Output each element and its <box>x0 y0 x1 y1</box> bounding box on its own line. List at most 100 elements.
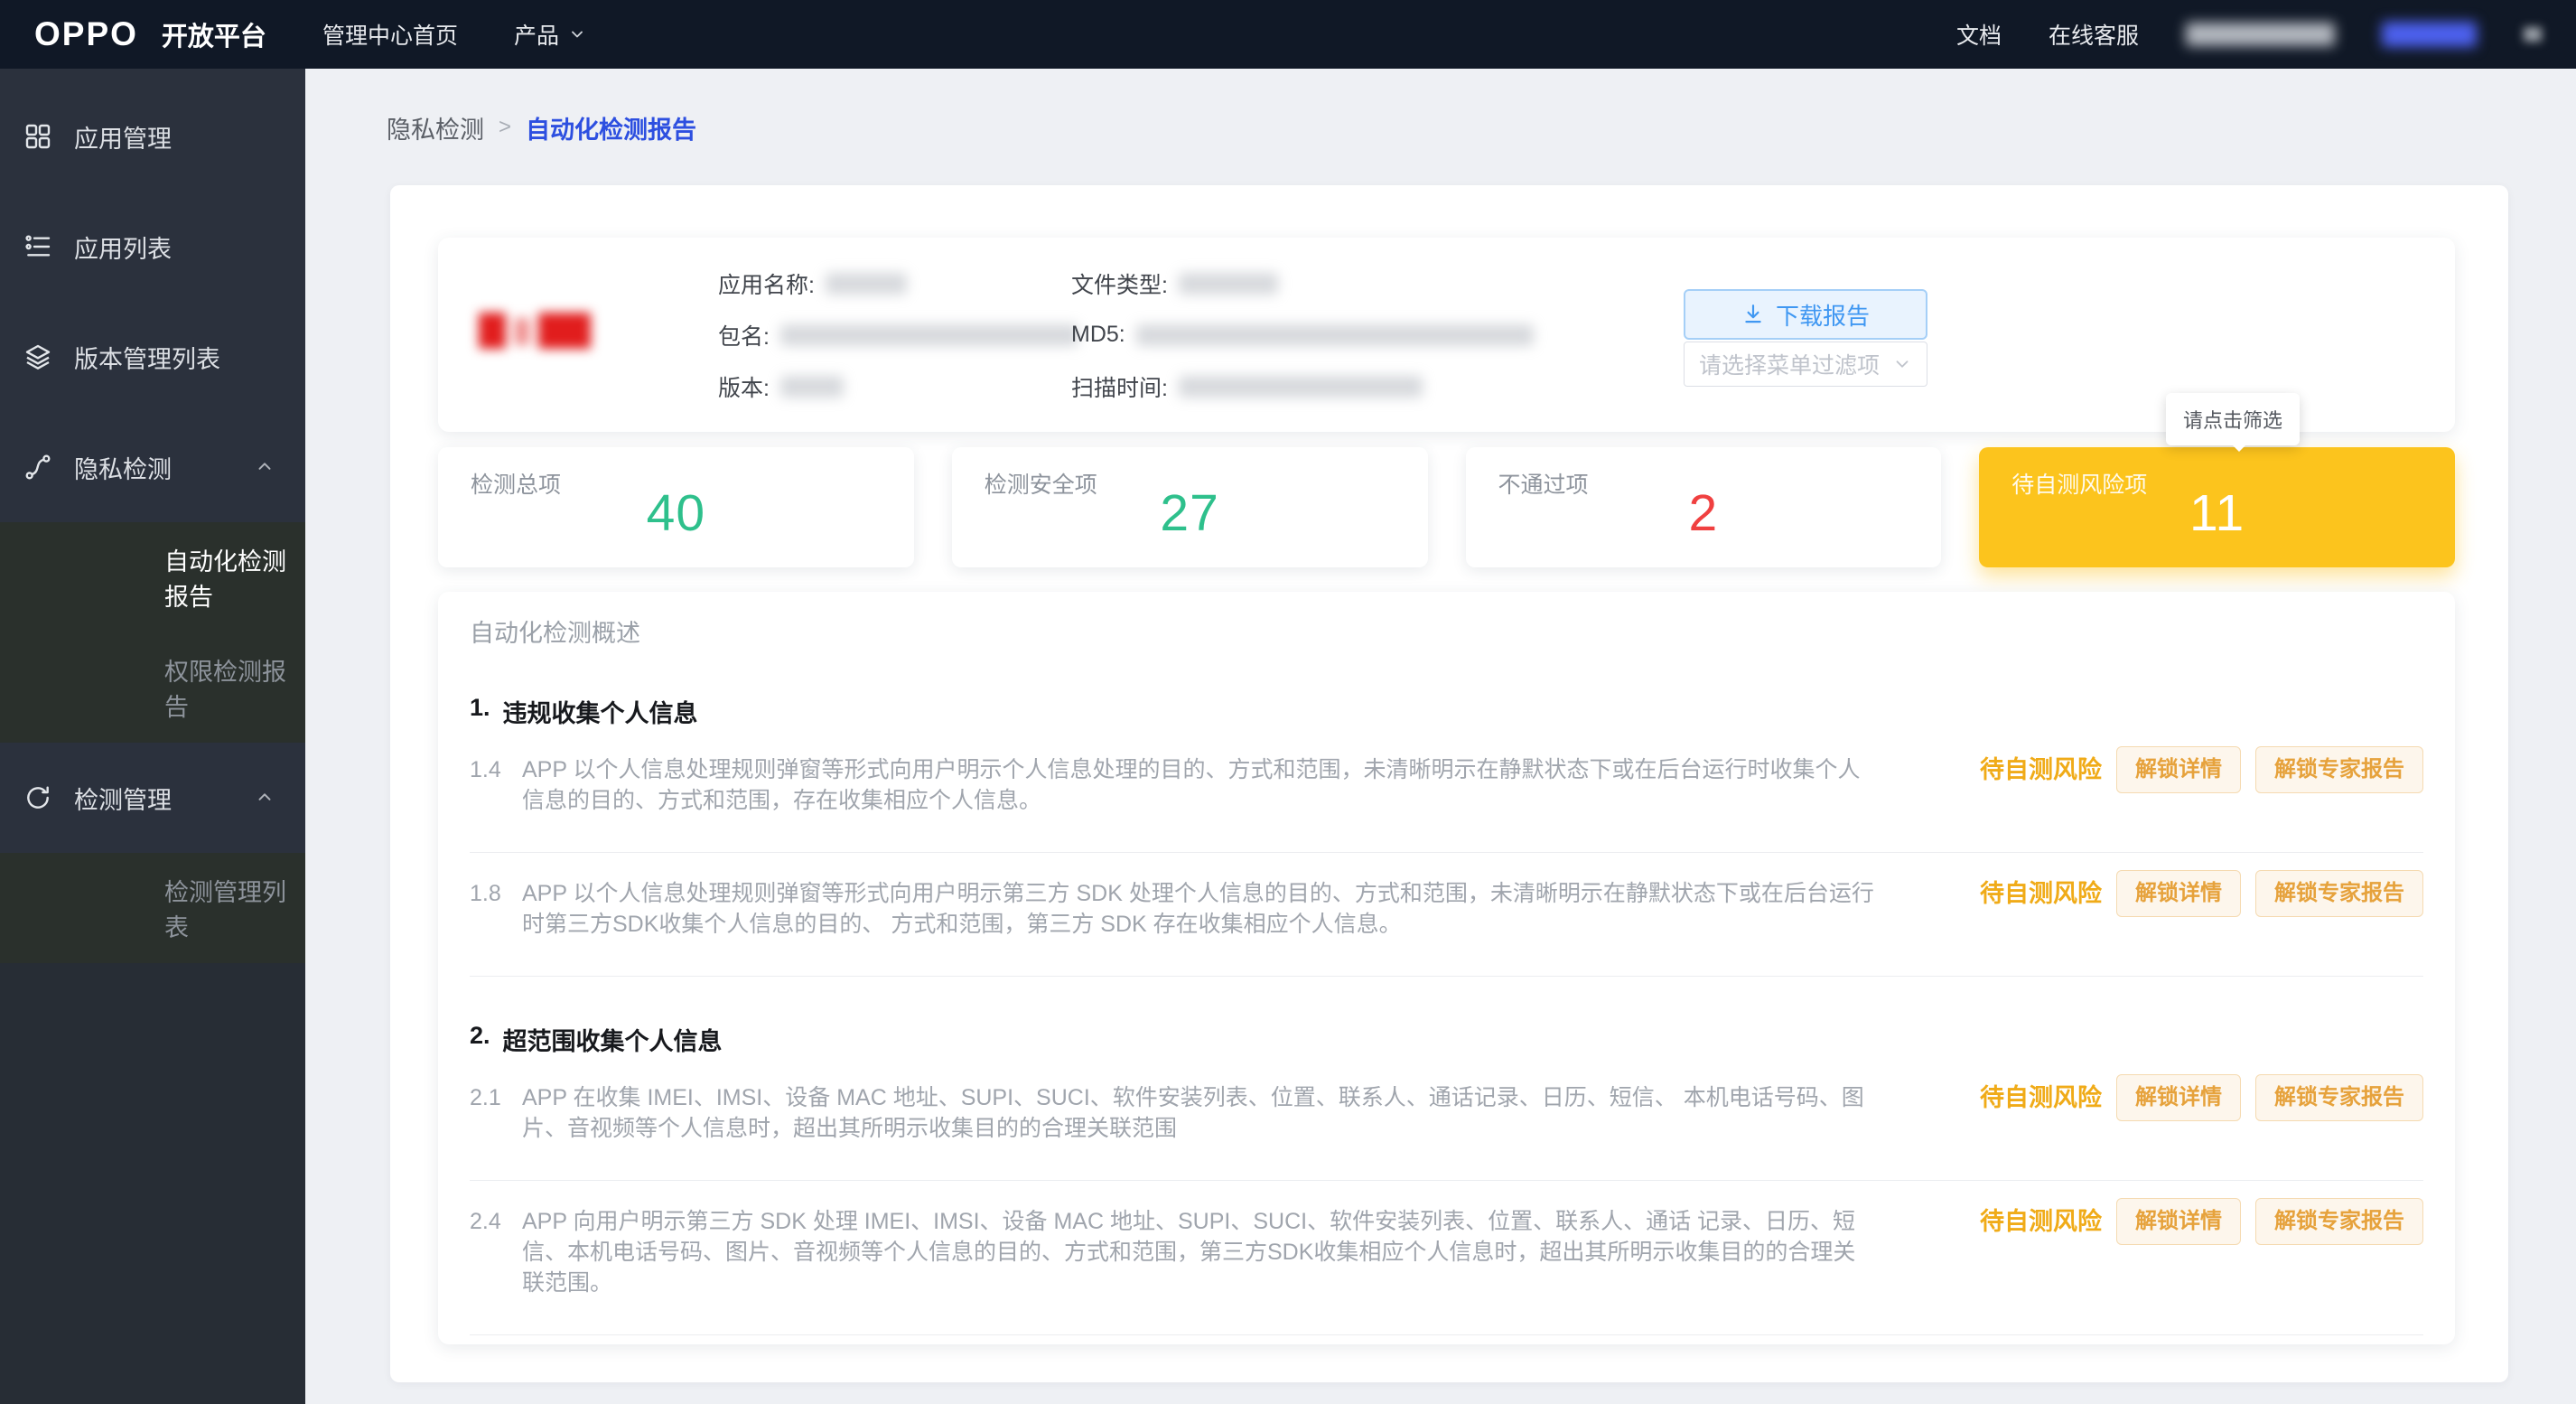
field-app-name: 应用名称: <box>718 257 1078 309</box>
sidebar-item[interactable]: 隐私检测 <box>0 412 305 522</box>
sidebar: 应用管理 应用列表 版本管理列表 隐私检测 自动化检测报告 权限检测报告 检测管… <box>0 69 305 1404</box>
download-report-label: 下载报告 <box>1775 302 1870 330</box>
report-item-row: 2.4 APP 向用户明示第三方 SDK 处理 IMEI、IMSI、设备 MAC… <box>470 1181 2423 1335</box>
redacted-version-value <box>779 375 844 398</box>
main-content: 隐私检测 > 自动化检测报告 应用名称: 包名: 版本: 文件类型: MD5: … <box>305 69 2576 1404</box>
sidebar-item-label: 应用管理 <box>74 125 172 153</box>
report-item-row: 2.1 APP 在收集 IMEI、IMSI、设备 MAC 地址、SUPI、SUC… <box>470 1057 2423 1181</box>
unlock-expert-report-button[interactable]: 解锁专家报告 <box>2255 870 2423 917</box>
oppo-logo: OPPO <box>34 15 138 52</box>
unlock-expert-report-button[interactable]: 解锁专家报告 <box>2255 1074 2423 1121</box>
topbar-right: 文档 在线客服 <box>1956 18 2542 51</box>
report-item-row: 1.8 APP 以个人信息处理规则弹窗等形式向用户明示第三方 SDK 处理个人信… <box>470 853 2423 977</box>
redacted-avatar <box>2524 27 2542 42</box>
report-item-number: 1.8 <box>470 881 501 906</box>
app-logo-redacted <box>479 313 591 349</box>
report-body: 1. 违规收集个人信息 1.4 APP 以个人信息处理规则弹窗等形式向用户明示个… <box>438 694 2455 1344</box>
overview-card: 自动化检测概述 1. 违规收集个人信息 1.4 APP 以个人信息处理规则弹窗等… <box>438 592 2455 1344</box>
menu-filter-select[interactable]: 请选择菜单过滤项 <box>1684 342 1927 387</box>
redacted-account-text <box>2186 23 2335 46</box>
report-section-title: 超范围收集个人信息 <box>502 1028 723 1055</box>
field-package: 包名: <box>718 309 1078 360</box>
download-report-button[interactable]: 下载报告 <box>1684 289 1927 340</box>
nav-products[interactable]: 产品 <box>514 18 586 51</box>
unlock-detail-button[interactable]: 解锁详情 <box>2116 870 2241 917</box>
field-file-type: 文件类型: <box>1071 257 1534 309</box>
nav-admin-home-label: 管理中心首页 <box>322 23 458 49</box>
stat-card[interactable]: 不通过项 2 <box>1465 447 1942 567</box>
breadcrumb-separator: > <box>499 115 512 139</box>
unlock-detail-button[interactable]: 解锁详情 <box>2116 1074 2241 1121</box>
logo-segment <box>538 313 591 349</box>
layers-icon <box>23 342 52 371</box>
redacted-account-link[interactable] <box>2382 22 2477 47</box>
list-icon <box>23 232 52 261</box>
breadcrumb-parent[interactable]: 隐私检测 <box>387 110 484 145</box>
unlock-detail-button[interactable]: 解锁详情 <box>2116 746 2241 793</box>
sidebar-item[interactable]: 应用列表 <box>0 192 305 302</box>
chevron-up-icon <box>255 457 275 477</box>
sidebar-submenu: 自动化检测报告 权限检测报告 <box>0 522 305 743</box>
breadcrumb-current: 自动化检测报告 <box>526 116 697 144</box>
sidebar-item[interactable]: 应用管理 <box>0 81 305 192</box>
app-info-card: 应用名称: 包名: 版本: 文件类型: MD5: 扫描时间: 下载报告 请选择菜… <box>438 238 2455 432</box>
logo-segment <box>515 318 529 345</box>
top-header: OPPO 开放平台 管理中心首页 产品 文档 在线客服 <box>0 0 2576 69</box>
field-app-name-label: 应用名称: <box>718 272 815 298</box>
sidebar-subitem[interactable]: 检测管理列表 <box>0 853 305 963</box>
stat-card-label: 不通过项 <box>1498 473 1589 498</box>
filter-tooltip: 请点击筛选 <box>2166 393 2301 452</box>
sidebar-item-label: 检测管理 <box>74 786 172 814</box>
online-support-link[interactable]: 在线客服 <box>2049 18 2139 51</box>
app-fields-left: 应用名称: 包名: 版本: <box>718 257 1078 412</box>
chevron-up-icon <box>255 788 275 808</box>
redacted-scan-time-value <box>1178 375 1423 398</box>
unlock-expert-report-button[interactable]: 解锁专家报告 <box>2255 746 2423 793</box>
report-item-row: 1.4 APP 以个人信息处理规则弹窗等形式向用户明示个人信息处理的目的、方式和… <box>470 729 2423 853</box>
route-icon <box>23 453 52 482</box>
sidebar-filler <box>0 963 305 1404</box>
sidebar-subitem[interactable]: 权限检测报告 <box>0 632 305 743</box>
sidebar-item[interactable]: 版本管理列表 <box>0 302 305 412</box>
field-version-label: 版本: <box>718 375 770 401</box>
nav-admin-home[interactable]: 管理中心首页 <box>322 18 458 51</box>
stat-card[interactable]: 检测总项 40 <box>438 447 914 567</box>
sidebar-item-label: 隐私检测 <box>74 455 172 483</box>
stat-card[interactable]: 检测安全项 27 <box>951 447 1428 567</box>
stat-card-label: 检测安全项 <box>984 473 1097 498</box>
field-version: 版本: <box>718 360 1078 412</box>
redacted-app-name-value <box>825 272 907 295</box>
sidebar-subitem-label: 自动化检测报告 <box>164 548 286 611</box>
overview-title: 自动化检测概述 <box>470 620 640 647</box>
field-md5: MD5: <box>1071 309 1534 360</box>
report-item-row: 2.7 APP 在静默状态下或在后台运行时，收集 IMEI、IMSI、设备 MA… <box>470 1335 2423 1344</box>
sidebar-item-label: 应用列表 <box>74 235 172 263</box>
docs-link[interactable]: 文档 <box>1956 18 2002 51</box>
sidebar-subitem-label: 检测管理列表 <box>164 879 286 941</box>
stat-card[interactable]: 待自测风险项 11 <box>1979 447 2455 567</box>
report-section-title: 违规收集个人信息 <box>502 700 698 727</box>
field-file-type-label: 文件类型: <box>1071 272 1168 298</box>
chevron-down-icon <box>568 25 586 43</box>
unlock-detail-button[interactable]: 解锁详情 <box>2116 1198 2241 1245</box>
logo-segment <box>479 313 506 349</box>
report-page-card: 应用名称: 包名: 版本: 文件类型: MD5: 扫描时间: 下载报告 请选择菜… <box>390 185 2508 1382</box>
report-item-number: 2.4 <box>470 1209 501 1234</box>
field-scan-time: 扫描时间: <box>1071 360 1534 412</box>
report-item-status-badge: 待自测风险 <box>1980 1208 2102 1235</box>
field-md5-label: MD5: <box>1071 322 1125 347</box>
sync-icon <box>23 783 52 812</box>
sidebar-subitem-label: 权限检测报告 <box>164 659 286 721</box>
unlock-expert-report-button[interactable]: 解锁专家报告 <box>2255 1198 2423 1245</box>
report-item-text: APP 以个人信息处理规则弹窗等形式向用户明示个人信息处理的目的、方式和范围，未… <box>522 757 1861 813</box>
platform-title: 开放平台 <box>161 23 266 51</box>
brand[interactable]: OPPO 开放平台 <box>34 15 266 53</box>
nav-products-label: 产品 <box>513 23 559 49</box>
sidebar-item-label: 版本管理列表 <box>74 345 220 373</box>
sidebar-subitem[interactable]: 自动化检测报告 <box>0 522 305 632</box>
redacted-package-value <box>779 323 1078 346</box>
sidebar-item[interactable]: 检测管理 <box>0 743 305 853</box>
field-scan-time-label: 扫描时间: <box>1071 375 1168 401</box>
report-section-number: 1. <box>470 694 490 721</box>
report-item-number: 1.4 <box>470 757 501 782</box>
